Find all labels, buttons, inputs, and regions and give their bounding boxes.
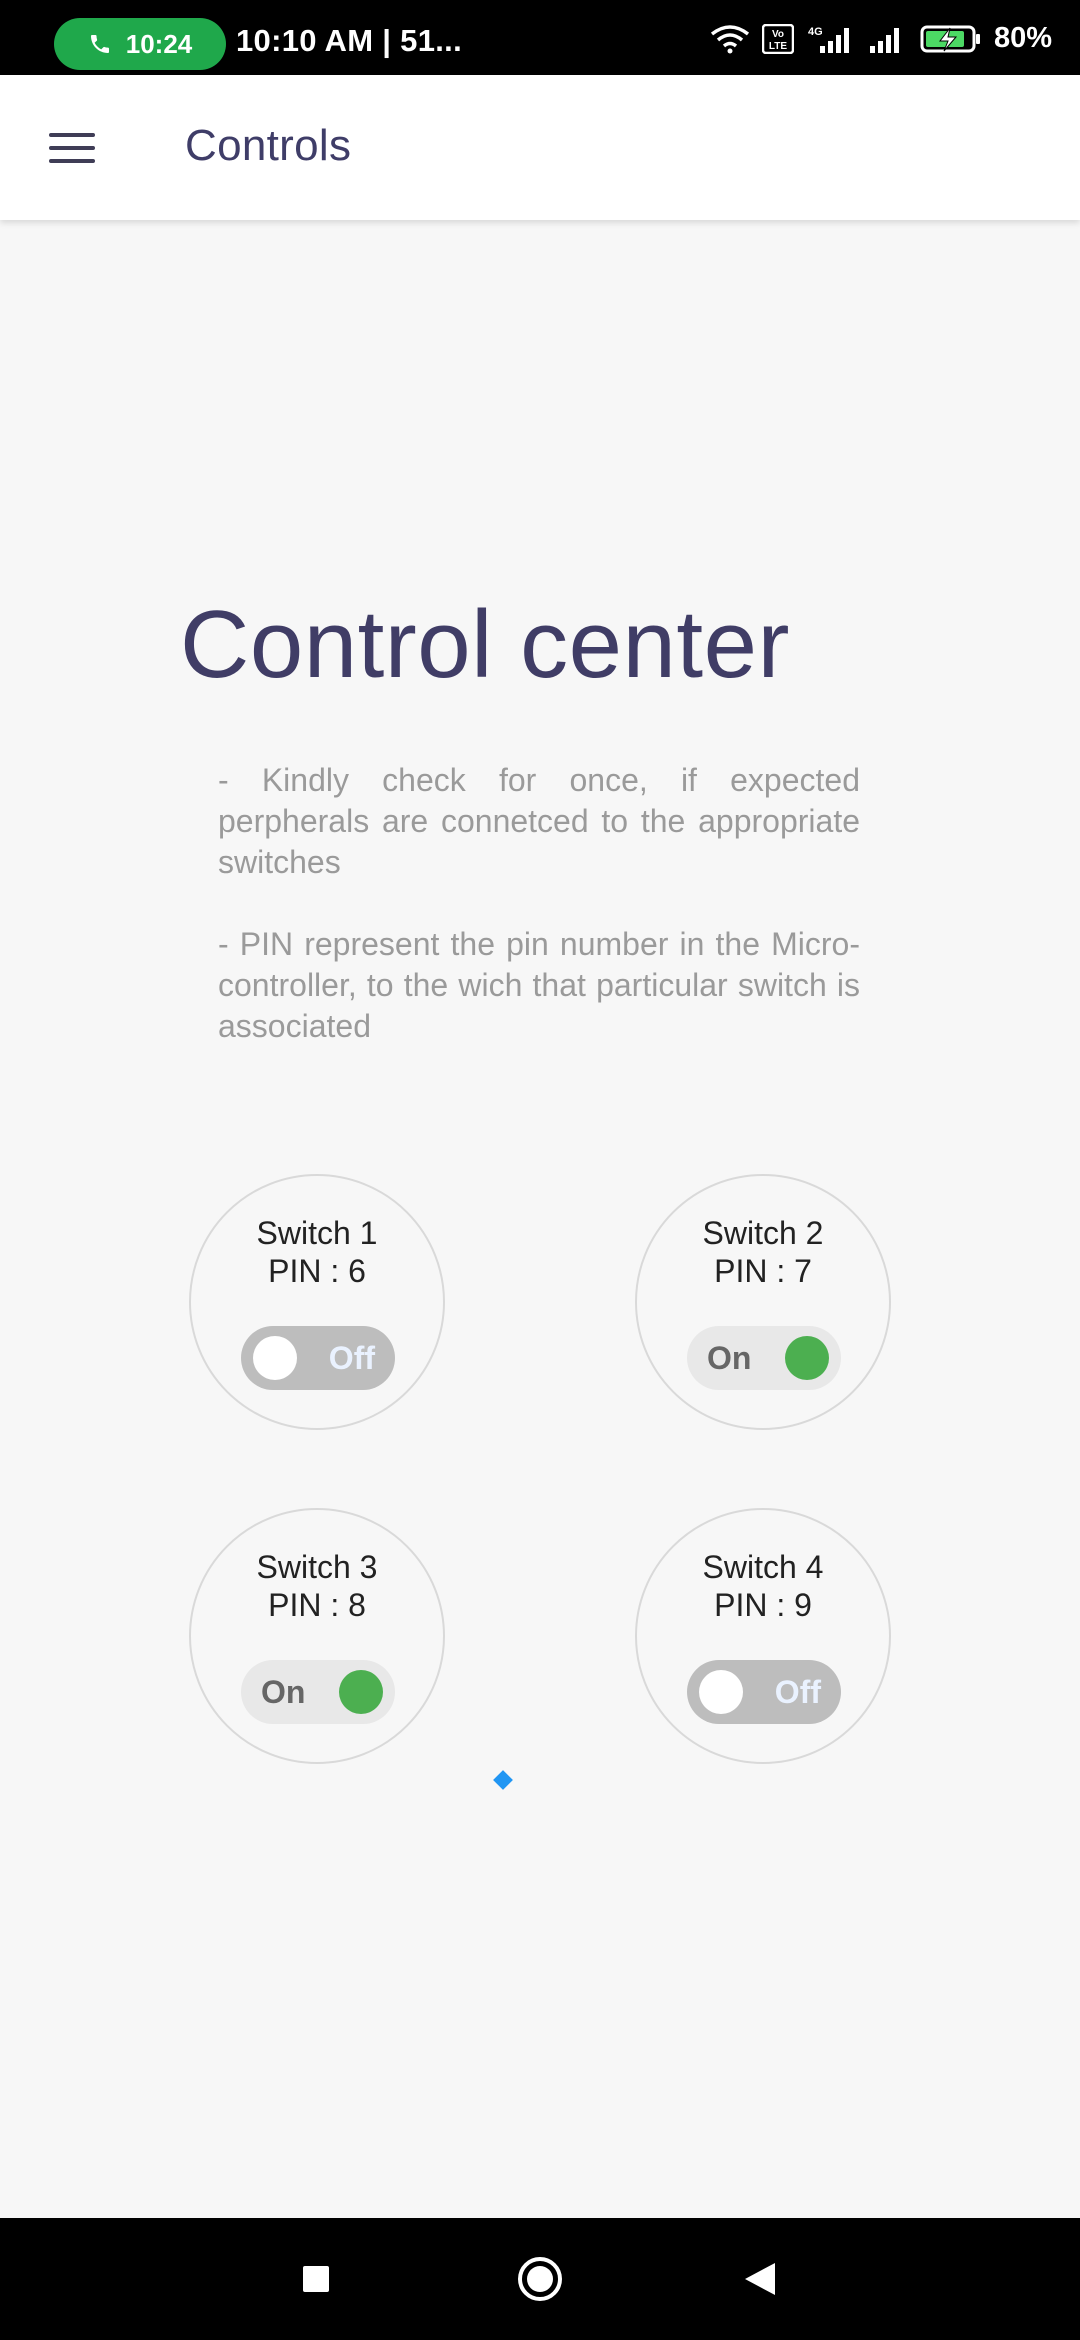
- toggle-knob: [339, 1670, 383, 1714]
- status-time: 10:10 AM | 51...: [236, 23, 462, 58]
- battery-charging-icon: [920, 25, 980, 52]
- switch-name: Switch 2: [702, 1215, 824, 1251]
- toggle-state-label: Off: [328, 1340, 375, 1376]
- toggle-state-label: On: [707, 1340, 752, 1376]
- switch-pin: PIN : 8: [268, 1587, 366, 1623]
- back-button[interactable]: [700, 2218, 820, 2340]
- battery-percent: 80%: [993, 22, 1052, 54]
- switch-1-toggle[interactable]: Off: [241, 1326, 395, 1390]
- info-text-pin: - PIN represent the pin number in the Mi…: [218, 926, 860, 1044]
- home-icon: [518, 2257, 562, 2301]
- recent-apps-icon: [303, 2266, 329, 2292]
- system-nav-bar: [0, 2218, 1080, 2340]
- toggle-knob: [785, 1336, 829, 1380]
- switch-name: Switch 3: [256, 1549, 378, 1585]
- status-bar: 10:24 10:10 AM | 51... Vo LTE 4G 80%: [0, 0, 1080, 75]
- back-icon: [745, 2263, 775, 2295]
- recent-apps-button[interactable]: [256, 2218, 376, 2340]
- switch-card-3: Switch 3 PIN : 8 On: [189, 1508, 445, 1764]
- switch-pin: PIN : 6: [268, 1253, 366, 1289]
- info-text-peripherals: - Kindly check for once, if expected per…: [218, 762, 860, 880]
- touch-cursor-marker: [493, 1770, 513, 1790]
- status-icons: Vo LTE 4G 80%: [710, 22, 1052, 55]
- svg-text:Vo: Vo: [772, 29, 784, 40]
- control-center-heading: Control center: [180, 591, 790, 698]
- signal-icon: [869, 27, 899, 53]
- hamburger-menu-icon[interactable]: [40, 118, 104, 178]
- switch-name: Switch 4: [702, 1549, 824, 1585]
- svg-text:4G: 4G: [808, 26, 823, 38]
- signal-4g-icon: 4G: [808, 26, 849, 53]
- switch-4-toggle[interactable]: Off: [687, 1660, 841, 1724]
- switch-pin: PIN : 7: [714, 1253, 812, 1289]
- toggle-knob: [253, 1336, 297, 1380]
- switch-card-1: Switch 1 PIN : 6 Off: [189, 1174, 445, 1430]
- page-title: Controls: [185, 121, 352, 170]
- volte-icon: Vo LTE: [761, 23, 794, 54]
- svg-text:LTE: LTE: [769, 41, 787, 52]
- toggle-state-label: Off: [774, 1674, 821, 1710]
- app-bar: Controls: [0, 75, 1080, 220]
- wifi-icon: [710, 24, 750, 53]
- toggle-state-label: On: [261, 1674, 306, 1710]
- switch-card-4: Switch 4 PIN : 9 Off: [635, 1508, 891, 1764]
- switch-card-2: Switch 2 PIN : 7 On: [635, 1174, 891, 1430]
- switch-name: Switch 1: [256, 1215, 378, 1251]
- phone-icon: [90, 35, 109, 53]
- ongoing-call-pill[interactable]: 10:24: [54, 18, 226, 70]
- switch-3-toggle[interactable]: On: [241, 1660, 395, 1724]
- toggle-knob: [699, 1670, 743, 1714]
- home-button[interactable]: [480, 2218, 600, 2340]
- switch-2-toggle[interactable]: On: [687, 1326, 841, 1390]
- switch-pin: PIN : 9: [714, 1587, 812, 1623]
- call-time: 10:24: [125, 28, 193, 59]
